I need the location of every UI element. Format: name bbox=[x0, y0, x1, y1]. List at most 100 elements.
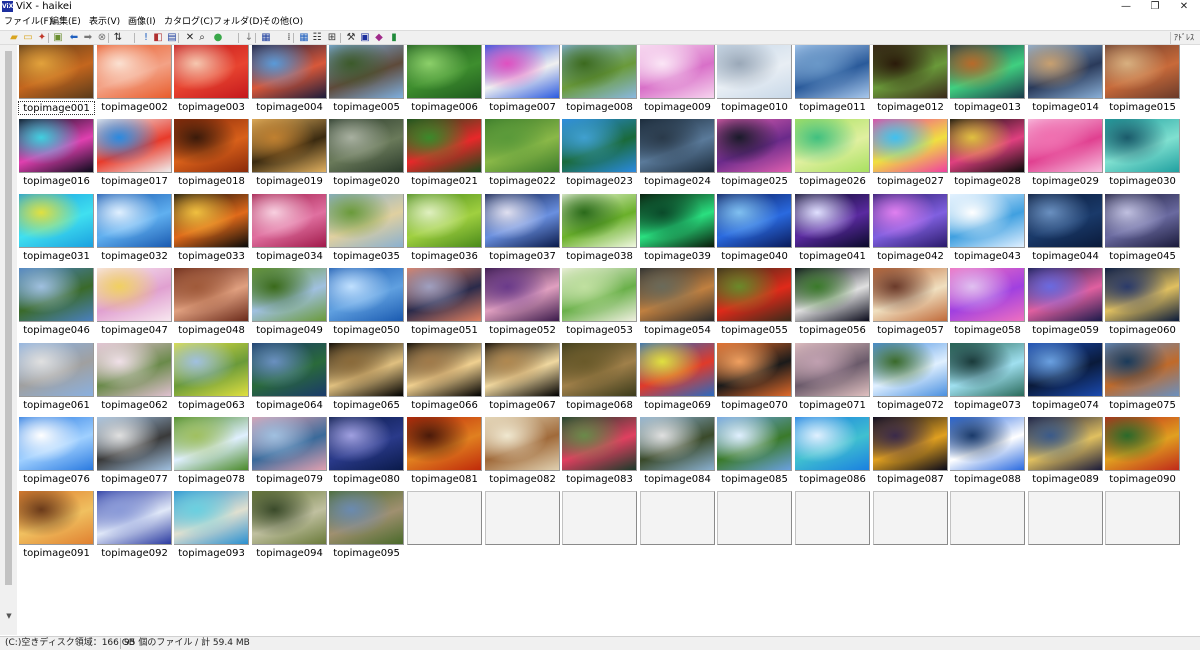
menu-folder[interactable]: フォルダ(D) bbox=[213, 15, 263, 29]
thumbnail-image[interactable] bbox=[950, 343, 1025, 397]
thumbnail-image[interactable] bbox=[174, 491, 249, 545]
thumbnail-image[interactable] bbox=[1105, 417, 1180, 471]
thumbnail-image[interactable] bbox=[950, 45, 1025, 99]
thumbnail-image[interactable] bbox=[485, 194, 560, 248]
thumbnail-image[interactable] bbox=[252, 268, 327, 322]
thumbnail-item[interactable]: topimage002 bbox=[96, 45, 173, 119]
thumbnail-item[interactable]: topimage007 bbox=[484, 45, 561, 119]
scrollbar-thumb[interactable] bbox=[5, 51, 12, 585]
thumbnail-image[interactable] bbox=[795, 268, 870, 322]
thumbnail-item[interactable]: topimage068 bbox=[561, 343, 638, 417]
thumbnail-image[interactable] bbox=[640, 417, 715, 471]
thumbnail-image[interactable] bbox=[1028, 45, 1103, 99]
thumbnail-item[interactable]: topimage016 bbox=[18, 119, 95, 193]
thumbnail-image[interactable] bbox=[174, 268, 249, 322]
scroll-down-icon[interactable]: ▼ bbox=[4, 612, 14, 620]
thumbnail-item[interactable]: topimage006 bbox=[406, 45, 483, 119]
thumbnail-item[interactable]: topimage054 bbox=[639, 268, 716, 342]
menu-view[interactable]: 表示(V) bbox=[89, 15, 120, 29]
thumbnail-image[interactable] bbox=[640, 194, 715, 248]
thumbnail-image[interactable] bbox=[329, 417, 404, 471]
thumbnail-item[interactable]: topimage087 bbox=[872, 417, 949, 491]
thumbnail-item[interactable]: topimage040 bbox=[716, 194, 793, 268]
thumbnail-image[interactable] bbox=[717, 119, 792, 173]
thumbnail-image[interactable] bbox=[1105, 343, 1180, 397]
thumbnail-item[interactable]: topimage058 bbox=[949, 268, 1026, 342]
thumbnail-image[interactable] bbox=[485, 417, 560, 471]
sort-icon[interactable]: ⇅ bbox=[112, 32, 124, 44]
thumbnail-item[interactable]: topimage071 bbox=[794, 343, 871, 417]
thumbnail-item[interactable]: topimage029 bbox=[1027, 119, 1104, 193]
thumbnail-item[interactable]: topimage072 bbox=[872, 343, 949, 417]
thumbnail-image[interactable] bbox=[174, 45, 249, 99]
thumbnail-item[interactable]: topimage059 bbox=[1027, 268, 1104, 342]
thumbnail-item[interactable]: topimage045 bbox=[1104, 194, 1181, 268]
thumbnail-image[interactable] bbox=[329, 491, 404, 545]
thumbnail-item[interactable]: topimage077 bbox=[96, 417, 173, 491]
color-icon[interactable]: ● bbox=[212, 32, 224, 44]
thumbnail-item[interactable]: topimage066 bbox=[406, 343, 483, 417]
thumbnail-image[interactable] bbox=[97, 417, 172, 471]
thumbnail-image[interactable] bbox=[1105, 45, 1180, 99]
thumbnail-item[interactable]: topimage088 bbox=[949, 417, 1026, 491]
folder-icon[interactable]: ▭ bbox=[22, 32, 34, 44]
thumbnail-item[interactable]: topimage020 bbox=[328, 119, 405, 193]
thumbnail-image[interactable] bbox=[562, 45, 637, 99]
thumbnail-image[interactable] bbox=[329, 119, 404, 173]
thumbnail-view-icon[interactable]: ▦ bbox=[298, 32, 310, 44]
thumbnail-item[interactable]: topimage061 bbox=[18, 343, 95, 417]
thumbnail-item[interactable]: topimage053 bbox=[561, 268, 638, 342]
thumbnail-item[interactable]: topimage076 bbox=[18, 417, 95, 491]
thumbnail-item[interactable]: topimage012 bbox=[872, 45, 949, 119]
thumbnail-item[interactable]: topimage056 bbox=[794, 268, 871, 342]
menu-image[interactable]: 画像(I) bbox=[128, 15, 156, 29]
thumbnail-item[interactable]: topimage067 bbox=[484, 343, 561, 417]
restore-icon[interactable]: ❐ bbox=[1140, 0, 1170, 15]
thumbnail-image[interactable] bbox=[174, 119, 249, 173]
info-icon[interactable]: ▤ bbox=[166, 32, 178, 44]
thumbnail-item[interactable]: topimage070 bbox=[716, 343, 793, 417]
menu-other[interactable]: その他(O) bbox=[262, 15, 303, 29]
thumbnail-image[interactable] bbox=[1105, 194, 1180, 248]
thumbnail-image[interactable] bbox=[19, 194, 94, 248]
thumbnail-image[interactable] bbox=[795, 417, 870, 471]
thumbnail-item[interactable]: topimage005 bbox=[328, 45, 405, 119]
delete-icon[interactable]: ✕ bbox=[184, 32, 196, 44]
thumbnail-item[interactable]: topimage092 bbox=[96, 491, 173, 565]
thumbnail-image[interactable] bbox=[19, 343, 94, 397]
thumbnail-image[interactable] bbox=[97, 268, 172, 322]
thumbnail-image[interactable] bbox=[1028, 417, 1103, 471]
thumbnail-image[interactable] bbox=[717, 45, 792, 99]
thumbnail-item[interactable]: topimage038 bbox=[561, 194, 638, 268]
thumbnail-item[interactable]: topimage017 bbox=[96, 119, 173, 193]
thumbnail-image[interactable] bbox=[640, 45, 715, 99]
thumbnail-image[interactable] bbox=[1028, 343, 1103, 397]
details-icon[interactable]: ⁞ bbox=[283, 32, 295, 44]
thumbnail-image[interactable] bbox=[329, 194, 404, 248]
thumbnail-item[interactable]: topimage075 bbox=[1104, 343, 1181, 417]
thumbnail-item[interactable]: topimage063 bbox=[173, 343, 250, 417]
thumbnail-item[interactable]: topimage044 bbox=[1027, 194, 1104, 268]
thumbnail-image[interactable] bbox=[407, 119, 482, 173]
thumbnail-image[interactable] bbox=[407, 194, 482, 248]
thumbnail-item[interactable]: topimage041 bbox=[794, 194, 871, 268]
thumbnail-item[interactable]: topimage093 bbox=[173, 491, 250, 565]
thumbnail-item[interactable]: topimage025 bbox=[716, 119, 793, 193]
thumbnail-item[interactable]: topimage030 bbox=[1104, 119, 1181, 193]
thumbnail-item[interactable]: topimage013 bbox=[949, 45, 1026, 119]
thumbnail-image[interactable] bbox=[795, 194, 870, 248]
thumbnail-image[interactable] bbox=[19, 119, 94, 173]
thumbnail-image[interactable] bbox=[252, 45, 327, 99]
thumbnail-item[interactable]: topimage036 bbox=[406, 194, 483, 268]
image-folder-icon[interactable]: ▣ bbox=[52, 32, 64, 44]
thumbnail-item[interactable]: topimage026 bbox=[794, 119, 871, 193]
thumbnail-image[interactable] bbox=[562, 343, 637, 397]
table-icon[interactable]: ▦ bbox=[260, 32, 272, 44]
thumbnail-item[interactable]: topimage009 bbox=[639, 45, 716, 119]
menu-catalog[interactable]: カタログ(C) bbox=[164, 15, 213, 29]
thumbnail-image[interactable] bbox=[717, 343, 792, 397]
thumbnail-image[interactable] bbox=[562, 268, 637, 322]
thumbnail-item[interactable]: topimage047 bbox=[96, 268, 173, 342]
thumbnail-image[interactable] bbox=[19, 417, 94, 471]
thumbnail-image[interactable] bbox=[19, 268, 94, 322]
